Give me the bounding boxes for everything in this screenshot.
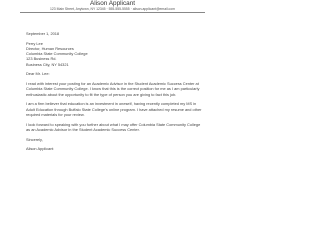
letterhead: Alison Applicant 123 Main Street, Anytow… bbox=[0, 0, 225, 11]
paragraph-intro: I read with interest your posting for an… bbox=[26, 81, 200, 97]
recipient-block: Perry Lee Director, Human Resources Colu… bbox=[26, 41, 204, 67]
sender-contact: 123 Main Street, Anytown, NY 12345 · 555… bbox=[50, 7, 175, 11]
paragraph-qualifications: I am a firm believer that education is a… bbox=[26, 101, 202, 117]
header-divider bbox=[20, 12, 205, 13]
letter-body: September 1, 2018 Perry Lee Director, Hu… bbox=[26, 31, 204, 152]
signature-name: Alison Applicant bbox=[26, 146, 54, 152]
paragraph-closing: I look forward to speaking with you furt… bbox=[26, 121, 201, 132]
sender-name: Alison Applicant bbox=[89, 0, 136, 7]
letter-page: Alison Applicant 123 Main Street, Anytow… bbox=[0, 0, 225, 225]
